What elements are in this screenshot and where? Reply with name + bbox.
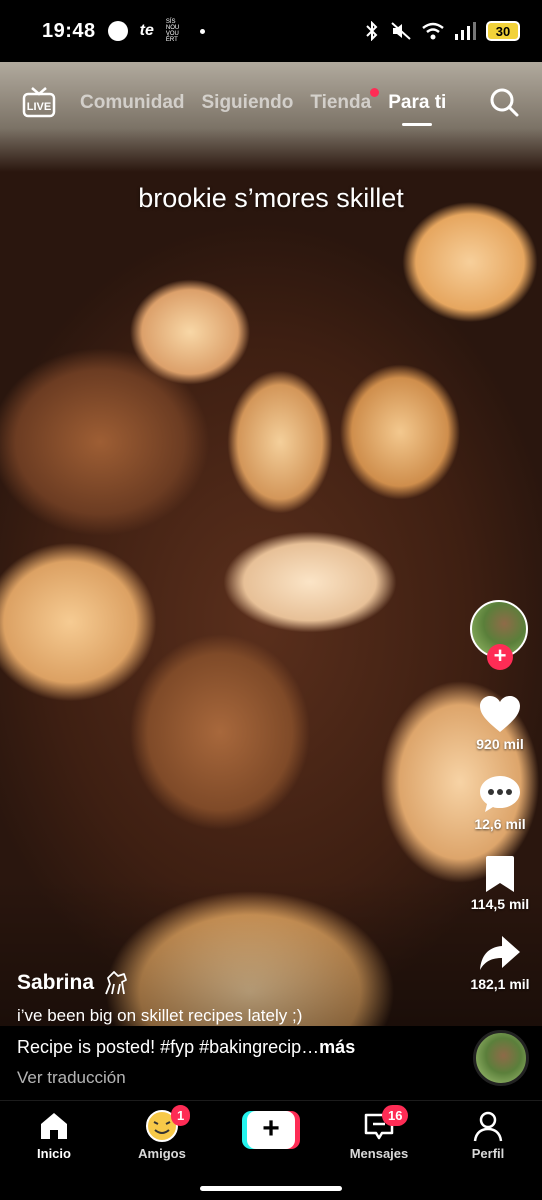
status-right: 30 bbox=[364, 21, 520, 41]
small-notification-text: SÍS NOU VOU ÉRT bbox=[165, 19, 180, 43]
friends-badge: 1 bbox=[171, 1105, 191, 1126]
nav-profile[interactable]: Perfil bbox=[443, 1101, 533, 1161]
tab-tienda[interactable]: Tienda bbox=[310, 88, 380, 114]
home-icon bbox=[41, 1113, 67, 1139]
share-count: 182,1 mil bbox=[470, 976, 530, 992]
like-count: 920 mil bbox=[476, 736, 524, 752]
tab-tienda-label: Tienda bbox=[310, 92, 372, 113]
heart-icon bbox=[479, 696, 520, 732]
bluetooth-icon bbox=[366, 21, 378, 41]
share-icon bbox=[480, 936, 520, 970]
follow-plus-button[interactable]: + bbox=[487, 644, 513, 670]
nav-friends-label: Amigos bbox=[138, 1146, 186, 1161]
comment-icon bbox=[480, 776, 520, 812]
like-button[interactable]: 920 mil bbox=[476, 694, 524, 752]
create-button[interactable]: + bbox=[242, 1111, 300, 1149]
notification-dot-icon bbox=[107, 21, 128, 41]
tab-para-ti[interactable]: Para ti bbox=[388, 92, 446, 126]
home-indicator[interactable] bbox=[200, 1186, 342, 1191]
nav-home-label: Inicio bbox=[37, 1146, 71, 1161]
wifi-icon bbox=[422, 22, 444, 40]
description-hashtags[interactable]: Recipe is posted! #fyp #bakingrecip… bbox=[17, 1037, 319, 1057]
creator-avatar-group: + bbox=[470, 600, 530, 670]
save-count: 114,5 mil bbox=[470, 896, 530, 912]
live-icon[interactable]: LIVE bbox=[22, 86, 56, 118]
nav-inbox[interactable]: 16 Mensajes bbox=[334, 1101, 424, 1161]
music-disc-icon[interactable] bbox=[473, 1030, 529, 1086]
plus-icon: + bbox=[247, 1111, 295, 1149]
action-rail: + 920 mil 12,6 mil 114,5 mil 182,1 mil bbox=[464, 600, 536, 992]
video-player[interactable] bbox=[0, 62, 542, 1100]
status-left: 19:48 te SÍS NOU VOU ÉRT bbox=[42, 19, 205, 43]
battery-indicator: 30 bbox=[486, 21, 520, 41]
description-line-1: i’ve been big on skillet recipes lately … bbox=[17, 1006, 303, 1025]
signal-icon bbox=[455, 22, 476, 40]
nav-inbox-label: Mensajes bbox=[349, 1146, 409, 1161]
carrier-label: te bbox=[139, 22, 154, 39]
mute-icon bbox=[391, 22, 411, 40]
profile-icon bbox=[473, 1111, 503, 1142]
nav-profile-label: Perfil bbox=[471, 1146, 505, 1161]
see-translation-link[interactable]: Ver traducción bbox=[17, 1068, 126, 1088]
bookmark-icon bbox=[485, 856, 514, 892]
tab-siguiendo[interactable]: Siguiendo bbox=[202, 92, 294, 114]
status-bar: 19:48 te SÍS NOU VOU ÉRT 30 bbox=[0, 0, 542, 62]
description-line-2: Recipe is posted! #fyp #bakingrecip…más bbox=[17, 1037, 355, 1058]
share-button[interactable]: 182,1 mil bbox=[470, 934, 530, 992]
comment-count: 12,6 mil bbox=[474, 816, 526, 832]
comment-button[interactable]: 12,6 mil bbox=[474, 774, 526, 832]
more-link[interactable]: más bbox=[319, 1037, 355, 1057]
horse-emoji-icon bbox=[105, 971, 127, 995]
username-link[interactable]: Sabrina bbox=[17, 971, 94, 995]
svg-text:LIVE: LIVE bbox=[27, 101, 51, 113]
more-notifications-icon bbox=[199, 28, 205, 34]
inbox-badge: 16 bbox=[382, 1105, 409, 1126]
top-nav: LIVE Comunidad Siguiendo Tienda Para ti bbox=[0, 84, 542, 126]
tienda-notification-dot bbox=[370, 88, 380, 97]
tab-comunidad[interactable]: Comunidad bbox=[80, 92, 185, 114]
save-button[interactable]: 114,5 mil bbox=[471, 854, 529, 912]
nav-home[interactable]: Inicio bbox=[9, 1101, 99, 1161]
nav-friends[interactable]: 1 Amigos bbox=[117, 1101, 207, 1161]
post-info: Sabrina i’ve been big on skillet recipes… bbox=[17, 970, 437, 1026]
clock: 19:48 bbox=[42, 19, 96, 42]
feed-tabs: Comunidad Siguiendo Tienda Para ti bbox=[80, 88, 446, 126]
video-text-overlay: brookie s’mores skillet bbox=[138, 183, 404, 213]
bottom-nav: Inicio 1 Amigos + 16 Mensajes Perfil bbox=[0, 1100, 542, 1170]
username-row: Sabrina bbox=[17, 970, 437, 996]
search-icon[interactable] bbox=[488, 86, 520, 118]
